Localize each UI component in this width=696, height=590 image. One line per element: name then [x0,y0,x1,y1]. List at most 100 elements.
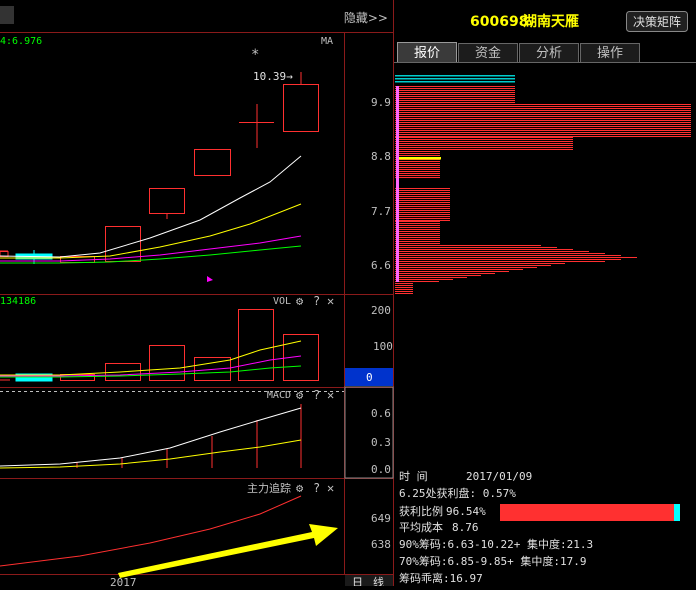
macd-tick: 0.0 [371,463,391,476]
chip-bar [395,134,691,135]
stock-name: 湖南天雁 [523,13,579,30]
chip-bar [395,259,621,260]
chip-bar [395,104,691,105]
price-tick: 6.6 [371,259,391,272]
vol-axis: 200 100 [371,304,393,353]
chip-time-label: 时 间 [399,470,428,483]
chip-top-line [395,81,515,83]
chip-bar [395,171,440,172]
year-label: 2017 [110,576,137,586]
tab-bar: 报价 资金 分析 操作 [394,42,696,63]
chip-bar [395,293,413,294]
chip-bar [395,291,413,292]
avg-cost-value: 8.76 [452,521,479,534]
star-marker: * [251,47,259,63]
macd-histogram [76,404,302,468]
main-force-line [0,495,302,567]
hide-button[interactable]: 隐藏>> [344,11,388,25]
chip-bar [395,116,691,117]
avg-cost-line [399,157,441,160]
chip-bar [395,287,413,288]
tab-funds-label: 资金 [475,45,501,61]
chip-info: 时 间 2017/01/09 6.25处获利盘: 0.57% 获利比例 96.5… [399,470,593,585]
chip-bar [395,188,450,189]
main-force-title: 主力追踪 [247,481,291,495]
chip-bar [395,285,413,286]
tab-analysis-label: 分析 [536,46,562,61]
macd-axis: 0.6 0.3 0.0 [371,407,391,476]
chip-bar [395,271,509,272]
help-icon[interactable]: ? [313,294,320,308]
close-icon[interactable]: ✕ [327,481,334,495]
decision-matrix-label: 决策矩阵 [633,15,681,29]
chip-bar [395,208,450,209]
chip-90-line: 90%筹码:6.63-10.22+ 集中度:21.3 [399,537,593,551]
price-tick: 7.7 [371,205,391,218]
chip-bar [395,167,440,168]
chip-bar [395,249,573,250]
ma-readout: 4:6.976 [0,36,42,47]
chip-profit-line: 6.25处获利盘: 0.57% [399,486,516,500]
help-icon[interactable]: ? [313,388,320,402]
chip-bar [395,227,440,228]
period-line-button[interactable]: 线 [373,575,384,589]
macd-tick: 0.6 [371,407,391,420]
close-icon[interactable]: ✕ [327,388,334,402]
chip-bar [395,120,691,121]
chip-bar [395,229,440,230]
chip-bar [395,149,573,150]
chip-bar [395,247,557,248]
chip-bar [395,124,691,125]
profit-ratio-label: 获利比例 [399,504,443,518]
chip-bar [395,132,691,133]
chip-bar [395,216,450,217]
chip-bar [395,128,691,129]
chip-bar [395,92,515,93]
chip-bar [395,269,523,270]
high-price-label: 10.39→ [253,70,293,83]
gear-icon[interactable]: ⚙ [296,294,304,308]
period-day-button[interactable]: 日 [352,576,363,589]
chip-bar [395,225,440,226]
gear-icon[interactable]: ⚙ [296,481,304,495]
chip-bar [395,102,515,103]
main-force-tick: 649 [371,512,391,525]
chip-bar [395,233,440,234]
candle-5-body [194,149,231,176]
chip-bar [395,96,515,97]
chip-bar [395,198,450,199]
chip-bar [395,88,515,89]
chip-bar [395,255,621,256]
chip-bar [395,212,450,213]
ma-white-line [0,155,302,258]
chip-bar [395,118,691,119]
gear-icon[interactable]: ⚙ [296,388,304,402]
left-scroll-stub[interactable] [0,6,14,24]
chip-bar [395,214,450,215]
chip-bar [395,231,440,232]
chip-70-line: 70%筹码:6.85-9.85+ 集中度:17.9 [399,554,586,568]
chip-bar [395,241,440,242]
yellow-arrow-icon [118,524,338,578]
macd-title: MACD [267,390,291,401]
chip-bar [395,130,691,131]
chip-bar [395,108,691,109]
chip-bar [395,112,691,113]
candle-7-body [283,84,319,132]
chip-bar [395,114,691,115]
main-force-axis: 649 638 [371,512,391,551]
close-icon[interactable]: ✕ [327,294,334,308]
chip-bar [395,218,450,219]
vol-title: VOL [273,296,291,307]
chip-bar [395,143,573,144]
volume-ma-lines [0,340,302,378]
chip-distribution [395,75,691,294]
chip-bar [395,151,440,152]
help-icon[interactable]: ? [313,481,320,495]
vol-tick: 100 [373,340,393,353]
chip-bar [395,277,467,278]
chip-bar [395,206,450,207]
chip-bar [395,253,605,254]
chip-bar [395,90,515,91]
chip-bar [395,122,691,123]
